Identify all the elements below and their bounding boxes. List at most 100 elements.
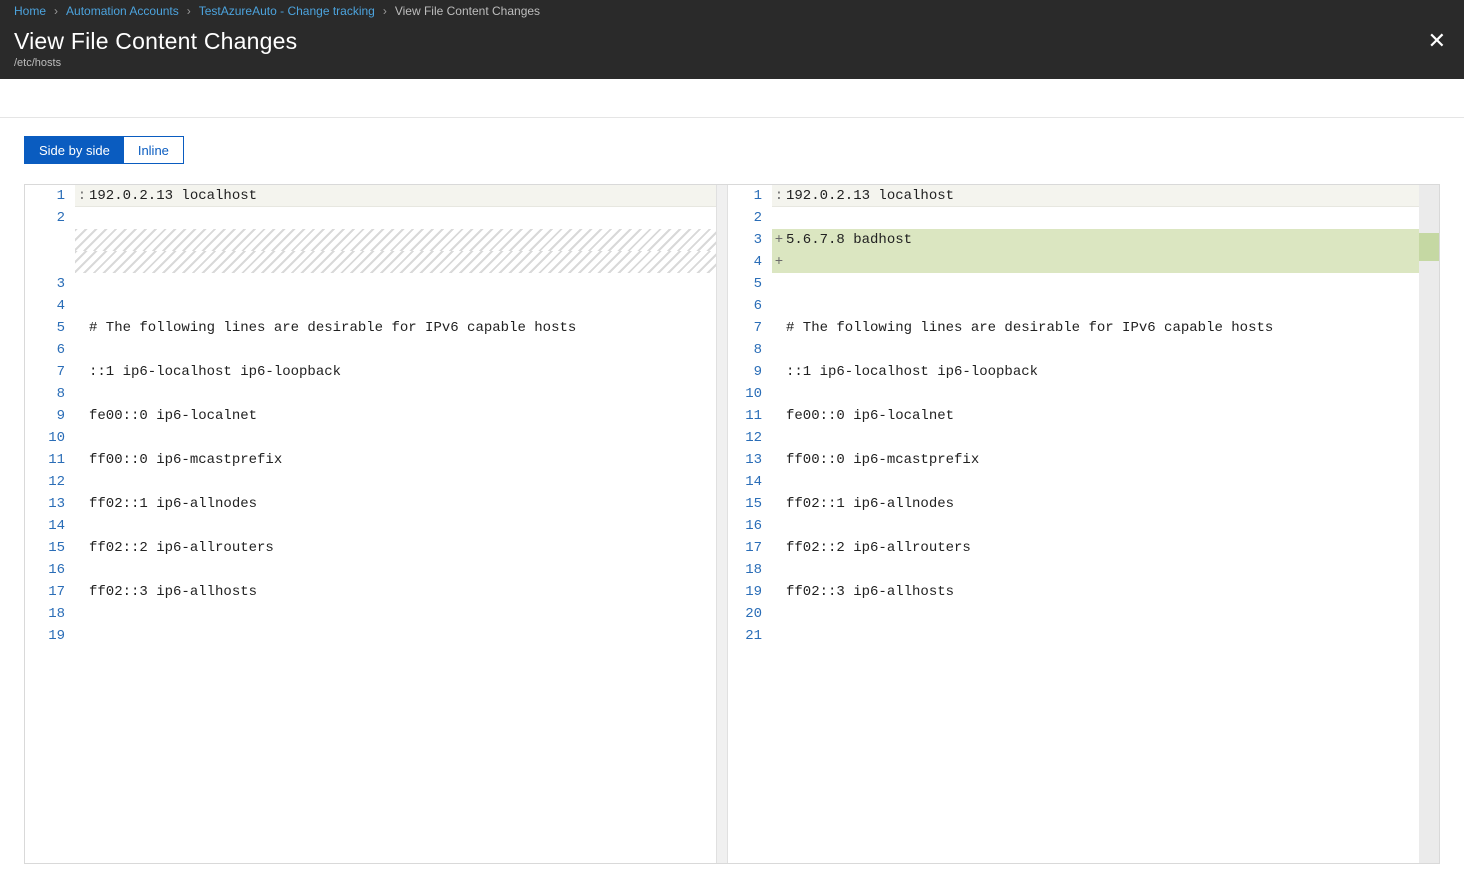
line-number: 3 — [25, 273, 65, 295]
line-number: 19 — [25, 625, 65, 647]
line-number: 9 — [728, 361, 762, 383]
pane-divider — [716, 185, 728, 863]
diff-marker — [772, 603, 786, 625]
code-text: ff02::2 ip6-allrouters — [89, 537, 716, 559]
breadcrumb-current: View File Content Changes — [395, 4, 540, 18]
code-text — [786, 383, 1419, 405]
code-line: ff02::1 ip6-allnodes — [772, 493, 1419, 515]
line-number: 20 — [728, 603, 762, 625]
diff-marker — [75, 625, 89, 647]
code-text — [786, 559, 1419, 581]
code-line: ff02::2 ip6-allrouters — [772, 537, 1419, 559]
diff-marker — [772, 493, 786, 515]
diff-marker — [772, 295, 786, 317]
diff-minimap[interactable] — [1419, 185, 1439, 863]
diff-marker — [772, 273, 786, 295]
header-region: Home › Automation Accounts › TestAzureAu… — [0, 0, 1464, 79]
code-text — [786, 471, 1419, 493]
line-number: 15 — [728, 493, 762, 515]
code-line — [772, 427, 1419, 449]
code-line: ff02::2 ip6-allrouters — [75, 537, 716, 559]
code-line — [75, 339, 716, 361]
diff-marker — [75, 559, 89, 581]
line-number — [25, 251, 65, 273]
code-text — [89, 383, 716, 405]
code-line — [772, 273, 1419, 295]
close-button[interactable]: ✕ — [1424, 28, 1450, 54]
code-line: fe00::0 ip6-localnet — [75, 405, 716, 427]
diff-marker — [772, 471, 786, 493]
line-number: 2 — [728, 207, 762, 229]
code-line — [772, 295, 1419, 317]
diff-marker — [75, 603, 89, 625]
right-code-area[interactable]: :192.0.2.13 localhost+5.6.7.8 badhost+# … — [772, 185, 1419, 863]
code-text — [89, 515, 716, 537]
line-number: 8 — [728, 339, 762, 361]
code-line — [772, 207, 1419, 229]
line-number: 16 — [25, 559, 65, 581]
code-text — [786, 339, 1419, 361]
left-code-area[interactable]: :192.0.2.13 localhost# The following lin… — [75, 185, 716, 863]
code-line: + — [772, 251, 1419, 273]
code-line — [75, 383, 716, 405]
chevron-right-icon: › — [54, 4, 58, 18]
code-text: fe00::0 ip6-localnet — [786, 405, 1419, 427]
line-number: 13 — [25, 493, 65, 515]
code-text: 192.0.2.13 localhost — [786, 185, 1419, 206]
code-line — [772, 625, 1419, 647]
code-line: ::1 ip6-localhost ip6-loopback — [772, 361, 1419, 383]
line-number: 21 — [728, 625, 762, 647]
breadcrumb-automation-accounts[interactable]: Automation Accounts — [66, 4, 179, 18]
diff-marker — [75, 295, 89, 317]
code-text — [89, 559, 716, 581]
inline-button[interactable]: Inline — [124, 137, 183, 163]
side-by-side-button[interactable]: Side by side — [25, 137, 124, 163]
code-text: ff00::0 ip6-mcastprefix — [786, 449, 1419, 471]
line-number: 10 — [728, 383, 762, 405]
code-text: ff02::3 ip6-allhosts — [786, 581, 1419, 603]
line-number: 13 — [728, 449, 762, 471]
code-line: +5.6.7.8 badhost — [772, 229, 1419, 251]
line-number: 5 — [728, 273, 762, 295]
code-line: ff02::3 ip6-allhosts — [75, 581, 716, 603]
code-line: # The following lines are desirable for … — [772, 317, 1419, 339]
code-line — [772, 383, 1419, 405]
line-number: 8 — [25, 383, 65, 405]
line-number: 12 — [25, 471, 65, 493]
right-gutter: 123456789101112131415161718192021 — [728, 185, 772, 863]
line-number: 15 — [25, 537, 65, 559]
breadcrumb-account[interactable]: TestAzureAuto - Change tracking — [199, 4, 375, 18]
diff-marker — [772, 383, 786, 405]
code-line: # The following lines are desirable for … — [75, 317, 716, 339]
diff-marker — [75, 251, 89, 273]
line-number: 18 — [25, 603, 65, 625]
diff-marker — [772, 559, 786, 581]
diff-marker — [772, 449, 786, 471]
code-text — [89, 229, 716, 251]
line-number: 6 — [728, 295, 762, 317]
code-line — [75, 207, 716, 229]
view-mode-group: Side by side Inline — [24, 136, 184, 164]
code-text — [89, 427, 716, 449]
line-number: 5 — [25, 317, 65, 339]
code-text: # The following lines are desirable for … — [89, 317, 716, 339]
code-text — [786, 603, 1419, 625]
code-text — [89, 339, 716, 361]
code-line — [75, 471, 716, 493]
diff-marker — [772, 361, 786, 383]
code-line — [75, 273, 716, 295]
code-line — [75, 625, 716, 647]
diff-marker — [772, 427, 786, 449]
code-text — [786, 515, 1419, 537]
diff-marker — [75, 383, 89, 405]
breadcrumb-home[interactable]: Home — [14, 4, 46, 18]
code-text — [786, 427, 1419, 449]
code-text: ff02::1 ip6-allnodes — [89, 493, 716, 515]
code-text — [89, 603, 716, 625]
code-text: ff02::2 ip6-allrouters — [786, 537, 1419, 559]
line-number: 14 — [728, 471, 762, 493]
code-line: ff02::1 ip6-allnodes — [75, 493, 716, 515]
diff-marker — [75, 515, 89, 537]
diff-marker — [75, 427, 89, 449]
line-number: 11 — [25, 449, 65, 471]
